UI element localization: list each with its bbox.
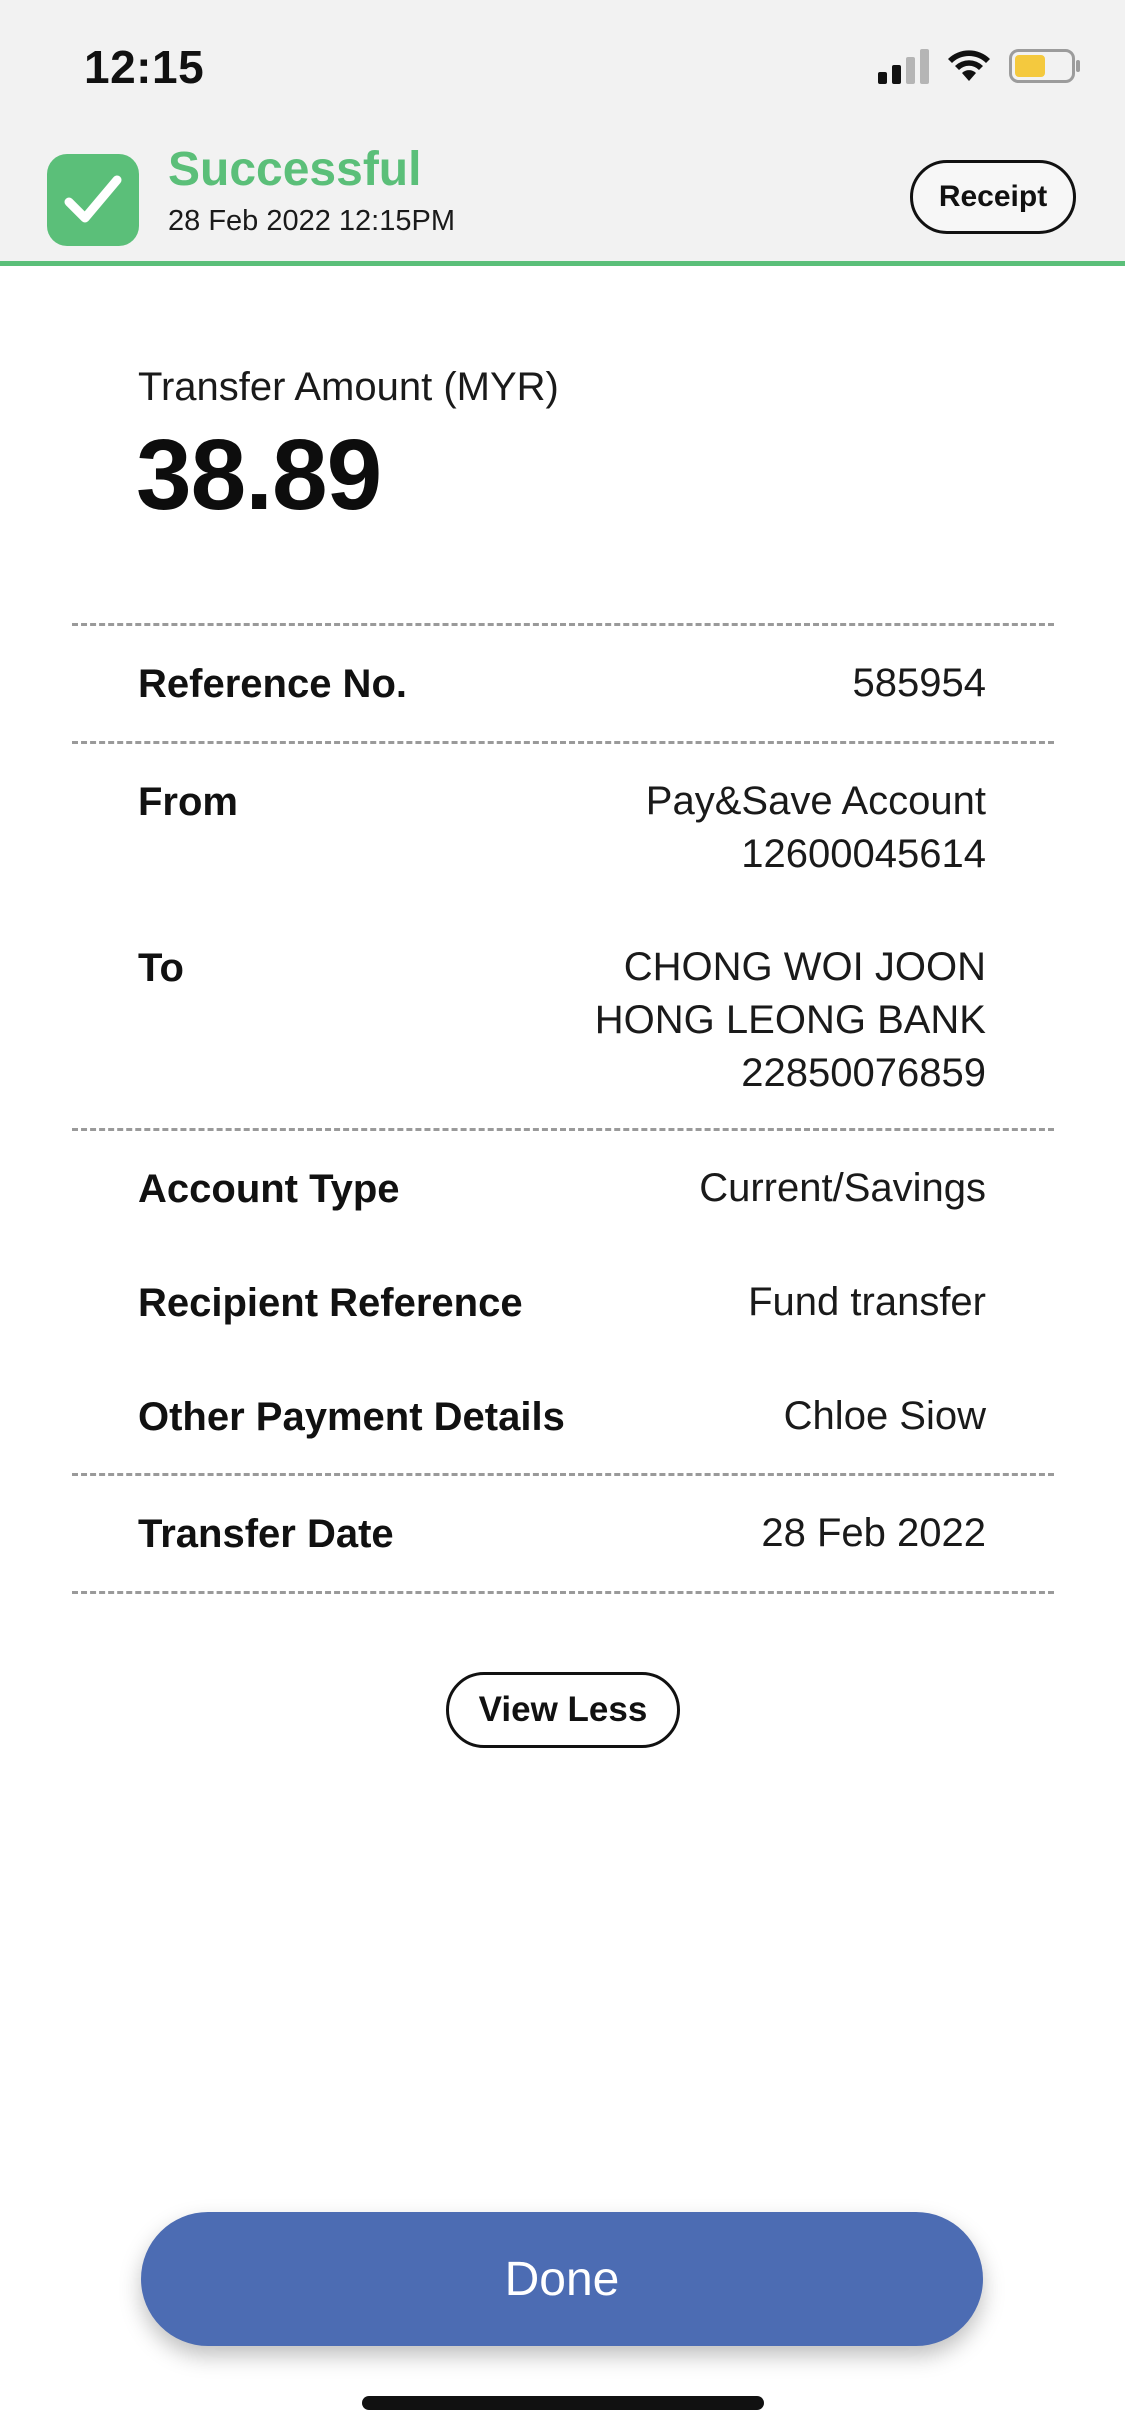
amount-label: Transfer Amount (MYR) <box>138 365 559 409</box>
divider <box>72 623 1054 626</box>
reference-value: 585954 <box>852 661 986 705</box>
recipient-reference-value: Fund transfer <box>748 1280 986 1324</box>
battery-icon <box>1009 49 1081 83</box>
transfer-date-label: Transfer Date <box>138 1512 394 1556</box>
transaction-status: Successful <box>168 143 422 196</box>
amount-value: 38.89 <box>136 419 382 531</box>
other-payment-details-value: Chloe Siow <box>783 1394 986 1438</box>
to-account-number: 22850076859 <box>741 1051 986 1095</box>
reference-label: Reference No. <box>138 662 407 706</box>
to-label: To <box>138 946 184 990</box>
wifi-icon <box>947 49 991 83</box>
success-check-icon <box>47 154 139 246</box>
other-payment-details-label: Other Payment Details <box>138 1395 565 1439</box>
divider <box>72 741 1054 744</box>
status-bar-time: 12:15 <box>84 41 205 93</box>
to-bank-name: HONG LEONG BANK <box>594 998 986 1042</box>
to-value: CHONG WOI JOON HONG LEONG BANK 228500768… <box>595 941 986 1100</box>
status-bar-icons <box>878 48 1081 84</box>
from-account-number: 12600045614 <box>741 832 986 876</box>
home-indicator[interactable] <box>362 2396 764 2410</box>
transfer-date-value: 28 Feb 2022 <box>761 1511 986 1555</box>
to-recipient-name: CHONG WOI JOON <box>623 945 986 989</box>
divider <box>72 1473 1054 1476</box>
receipt-button[interactable]: Receipt <box>910 160 1076 234</box>
recipient-reference-label: Recipient Reference <box>138 1281 523 1325</box>
divider <box>72 1591 1054 1594</box>
view-less-button[interactable]: View Less <box>446 1672 680 1748</box>
from-value: Pay&Save Account 12600045614 <box>646 775 986 881</box>
divider <box>72 1128 1054 1131</box>
account-type-value: Current/Savings <box>699 1166 986 1210</box>
signal-icon <box>878 48 929 84</box>
header: 12:15 Successful 28 Feb 2022 12:15PM Rec… <box>0 0 1125 266</box>
done-button[interactable]: Done <box>141 2212 983 2346</box>
from-account-name: Pay&Save Account <box>645 779 986 823</box>
from-label: From <box>138 780 238 824</box>
account-type-label: Account Type <box>138 1167 400 1211</box>
transaction-datetime: 28 Feb 2022 12:15PM <box>168 205 455 237</box>
